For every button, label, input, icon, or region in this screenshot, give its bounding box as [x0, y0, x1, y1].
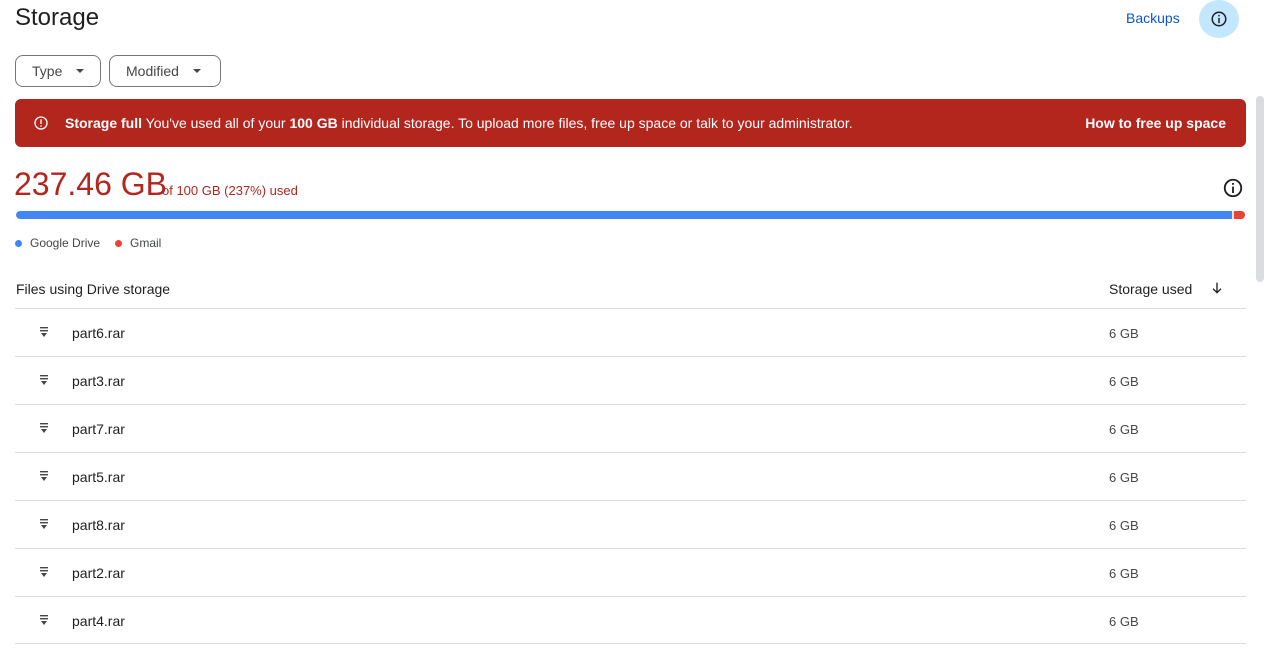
legend-gmail: Gmail — [115, 236, 161, 250]
how-to-free-up-space-link[interactable]: How to free up space — [1085, 115, 1226, 131]
info-icon — [1211, 11, 1227, 27]
banner-quota: 100 GB — [289, 115, 338, 131]
file-row[interactable]: part5.rar 6 GB — [15, 452, 1246, 500]
file-size: 6 GB — [1109, 518, 1139, 533]
archive-file-icon — [40, 567, 48, 577]
file-list: part6.rar 6 GB part3.rar 6 GB part7.rar 6 GB p… — [15, 308, 1246, 644]
storage-page: Storage Backups Type Modified Storage fu… — [0, 0, 1275, 651]
file-row[interactable]: part6.rar 6 GB — [15, 308, 1246, 356]
file-name: part6.rar — [72, 325, 125, 341]
file-size: 6 GB — [1109, 374, 1139, 389]
file-name: part3.rar — [72, 373, 125, 389]
banner-text-prefix: You've used all of your — [145, 115, 286, 131]
gmail-usage-segment — [1234, 211, 1245, 219]
archive-file-icon — [40, 519, 48, 529]
archive-file-icon — [40, 615, 48, 625]
modified-filter-chip[interactable]: Modified — [109, 55, 221, 87]
banner-message: Storage full You've used all of your 100… — [65, 115, 853, 131]
storage-used-column-header[interactable]: Storage used — [1109, 281, 1192, 297]
file-row[interactable]: part7.rar 6 GB — [15, 404, 1246, 452]
file-size: 6 GB — [1109, 614, 1139, 629]
google-drive-dot-icon — [15, 239, 22, 247]
file-size: 6 GB — [1109, 422, 1139, 437]
file-size: 6 GB — [1109, 326, 1139, 341]
file-row[interactable]: part4.rar 6 GB — [15, 596, 1246, 644]
banner-text-suffix: individual storage. To upload more files… — [341, 115, 853, 131]
dropdown-caret-icon — [192, 69, 201, 73]
storage-usage-bar — [16, 211, 1245, 219]
file-size: 6 GB — [1109, 566, 1139, 581]
file-name: part5.rar — [72, 469, 125, 485]
legend-gmail-label: Gmail — [130, 236, 162, 250]
legend-google-drive: Google Drive — [15, 236, 100, 250]
storage-info-icon[interactable] — [1222, 177, 1244, 199]
files-column-header: Files using Drive storage — [16, 281, 171, 297]
gmail-dot-icon — [115, 239, 122, 247]
file-name: part4.rar — [72, 613, 125, 629]
file-row[interactable]: part8.rar 6 GB — [15, 500, 1246, 548]
archive-file-icon — [40, 375, 48, 385]
modified-filter-label: Modified — [126, 63, 179, 79]
file-list-header: Files using Drive storage Storage used — [16, 280, 1245, 308]
type-filter-chip[interactable]: Type — [15, 55, 101, 87]
archive-file-icon — [40, 327, 48, 337]
storage-used-amount: 237.46 GB — [14, 166, 167, 202]
banner-title: Storage full — [65, 115, 143, 131]
backups-link[interactable]: Backups — [1126, 10, 1180, 26]
arrow-down-icon[interactable] — [1209, 280, 1225, 296]
info-button[interactable] — [1199, 0, 1239, 38]
type-filter-label: Type — [32, 63, 63, 79]
file-row[interactable]: part2.rar 6 GB — [15, 548, 1246, 596]
dropdown-caret-icon — [76, 69, 85, 73]
drive-usage-segment — [16, 211, 1232, 219]
storage-used-detail: of 100 GB (237%) used — [162, 183, 298, 198]
legend-google-drive-label: Google Drive — [30, 236, 101, 250]
file-name: part2.rar — [72, 565, 125, 581]
archive-file-icon — [40, 471, 48, 481]
file-size: 6 GB — [1109, 470, 1139, 485]
scrollbar-thumb[interactable] — [1256, 96, 1264, 282]
storage-full-banner: Storage full You've used all of your 100… — [15, 99, 1246, 147]
error-icon — [33, 115, 49, 131]
file-name: part8.rar — [72, 517, 125, 533]
file-name: part7.rar — [72, 421, 125, 437]
file-row[interactable]: part3.rar 6 GB — [15, 356, 1246, 404]
archive-file-icon — [40, 423, 48, 433]
page-title: Storage — [15, 4, 100, 31]
